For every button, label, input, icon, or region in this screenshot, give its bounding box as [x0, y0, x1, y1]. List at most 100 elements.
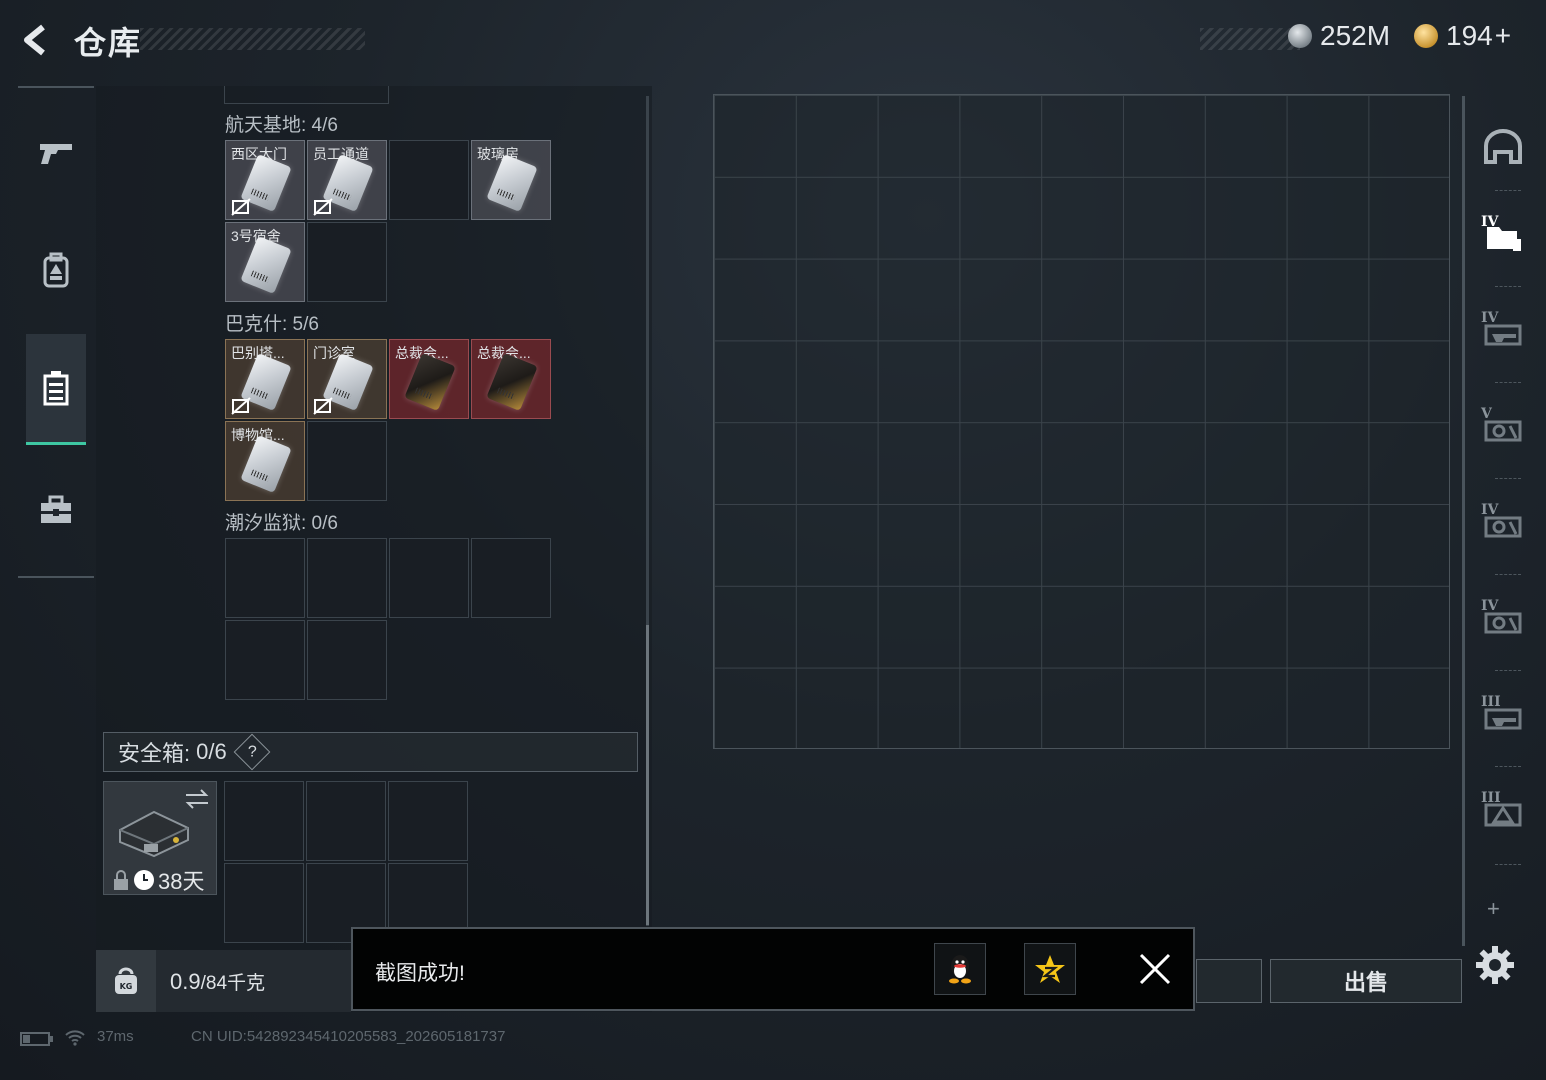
keycard-slot[interactable]: 巴别塔...: [225, 339, 305, 419]
arch-icon: [1484, 129, 1522, 164]
right-tabs: IV IV V IV IV III III +: [1462, 96, 1531, 946]
empty-slot[interactable]: [307, 421, 387, 501]
ping-text: 37ms: [97, 1028, 134, 1045]
weight-value: 0.9/84千克: [156, 968, 265, 995]
keycard-slot[interactable]: 总裁会...: [389, 339, 469, 419]
lock-icon: [114, 870, 128, 890]
tab-separator: [1495, 864, 1521, 866]
empty-slot[interactable]: [225, 620, 305, 700]
empty-slot[interactable]: [224, 781, 304, 861]
tab-gun-case[interactable]: IV: [1473, 302, 1533, 362]
keycard-slot[interactable]: 博物馆...: [225, 421, 305, 501]
empty-slot[interactable]: [389, 538, 469, 618]
storage-icon: [43, 371, 69, 406]
keycard-slot[interactable]: 员工通道: [307, 140, 387, 220]
tab-all[interactable]: [1473, 116, 1533, 176]
sell-button[interactable]: 出售: [1270, 959, 1462, 1003]
silver-amount: 252M: [1320, 20, 1391, 51]
tab-gear-case[interactable]: IV: [1473, 590, 1533, 650]
empty-slot[interactable]: [307, 620, 387, 700]
silver-currency[interactable]: 252M: [1288, 20, 1390, 52]
uid-text: CN UID:542892345410205583_202605181737: [191, 1028, 506, 1045]
gold-currency[interactable]: 194 +: [1414, 20, 1511, 52]
left-nav: [18, 86, 94, 578]
tab-warning-case[interactable]: III: [1473, 782, 1533, 842]
keycard-slot[interactable]: 门诊室: [307, 339, 387, 419]
wifi-icon: [64, 1028, 86, 1050]
currency-decoration: [1200, 28, 1300, 50]
tab-gear-case[interactable]: IV: [1473, 494, 1533, 554]
tab-separator: [1495, 478, 1521, 480]
gold-coin-icon: [1414, 24, 1438, 48]
weight-icon-text: KG: [120, 982, 133, 991]
safe-case-icon: [119, 810, 189, 858]
tab-separator: [1495, 670, 1521, 672]
battery-icon: [20, 1031, 54, 1051]
gold-amount: 194: [1446, 20, 1493, 51]
help-icon[interactable]: ?: [233, 733, 271, 771]
empty-slot[interactable]: [307, 222, 387, 302]
keycard-slot[interactable]: 3号宿舍: [225, 222, 305, 302]
keycard-slot[interactable]: 总裁会...: [471, 339, 551, 419]
weight-indicator: KG 0.9/84千克: [96, 950, 351, 1012]
tab-separator: [1495, 286, 1521, 288]
tier-label: IV: [1481, 214, 1499, 230]
back-button[interactable]: [16, 20, 56, 60]
weight-max: /84千克: [200, 972, 266, 994]
swap-icon[interactable]: [184, 788, 210, 810]
panel-scrollbar-thumb[interactable]: [646, 625, 649, 925]
qzone-star-icon: [1035, 955, 1065, 983]
gold-add[interactable]: +: [1495, 20, 1511, 52]
clock-icon: [134, 870, 154, 890]
back-arrow-icon: [24, 24, 45, 56]
tier-label: III: [1481, 694, 1501, 710]
settings-button[interactable]: [1474, 944, 1516, 986]
wifi-shape: [65, 1030, 85, 1046]
gun-icon: [40, 144, 72, 164]
nav-backpack[interactable]: [26, 240, 86, 300]
empty-slot[interactable]: [389, 140, 469, 220]
empty-slot[interactable]: [225, 538, 305, 618]
nav-weapons[interactable]: [26, 122, 86, 182]
help-mark: ?: [247, 743, 257, 760]
tab-gear-case[interactable]: V: [1473, 398, 1533, 458]
empty-slot[interactable]: [307, 538, 387, 618]
no-trade-icon: [231, 397, 251, 415]
tab-folder[interactable]: IV: [1473, 206, 1533, 266]
tier-label: V: [1481, 406, 1492, 422]
no-trade-icon: [313, 397, 333, 415]
keycard-slot[interactable]: 西区大门: [225, 140, 305, 220]
kettlebell-icon: KG: [115, 967, 137, 994]
safe-box-count: 0/6: [196, 739, 227, 764]
no-trade-icon: [313, 198, 333, 216]
empty-slot[interactable]: [224, 863, 304, 943]
tier-label: IV: [1481, 502, 1499, 518]
tier-label: IV: [1481, 598, 1499, 614]
empty-slot[interactable]: [388, 781, 468, 861]
empty-slot[interactable]: [471, 538, 551, 618]
storage-grid[interactable]: [713, 94, 1450, 749]
secondary-button[interactable]: [1196, 959, 1262, 1003]
nav-storage[interactable]: [26, 334, 86, 445]
rental-duration: 38天: [112, 864, 204, 896]
share-qq-button[interactable]: [934, 943, 986, 995]
weight-current: 0.9: [170, 968, 201, 994]
safe-box-label: 安全箱:: [118, 741, 191, 766]
toolbox-icon: [41, 495, 71, 523]
keycard-slot[interactable]: 玻璃房: [471, 140, 551, 220]
qq-penguin-icon: [949, 955, 971, 984]
section-label-tidal-prison: 潮汐监狱: 0/6: [225, 513, 338, 534]
tier-label: IV: [1481, 310, 1499, 326]
add-tab-button[interactable]: +: [1487, 896, 1500, 922]
battery-shape: [20, 1032, 53, 1046]
weight-icon: KG: [96, 950, 156, 1012]
share-qzone-button[interactable]: [1024, 943, 1076, 995]
no-trade-icon: [231, 198, 251, 216]
backpack-icon: [43, 252, 69, 288]
close-icon[interactable]: [1135, 949, 1175, 989]
empty-slot[interactable]: [306, 781, 386, 861]
nav-toolbox[interactable]: [26, 480, 86, 540]
tab-gun-case[interactable]: III: [1473, 686, 1533, 746]
page-title: 仓库: [74, 25, 143, 61]
tier-label: III: [1481, 790, 1501, 806]
